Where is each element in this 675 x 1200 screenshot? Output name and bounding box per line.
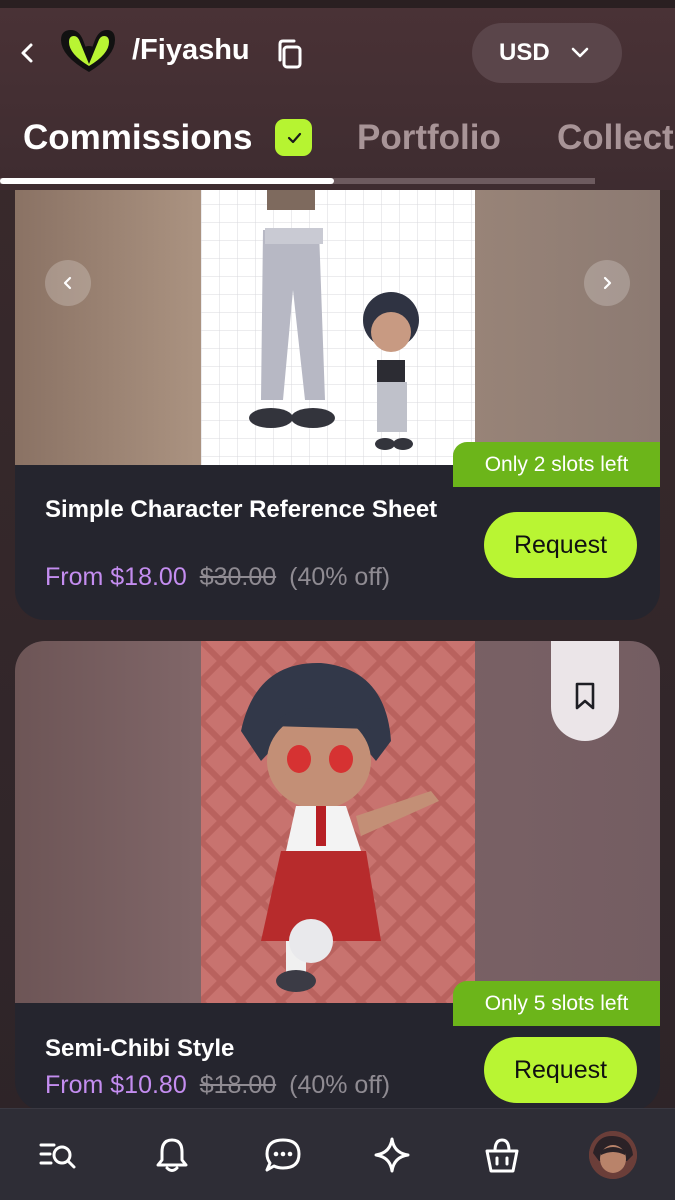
commission-card[interactable]: Only 5 slots left Semi-Chibi Style From …: [15, 641, 660, 1111]
bookmark-icon: [575, 682, 595, 710]
store-header: /Fiyashu USD Commissions Portfolio Colle…: [0, 0, 675, 190]
semi-chibi-art: [201, 641, 475, 1003]
store-tabs: Commissions Portfolio Collect: [0, 112, 675, 182]
avatar[interactable]: [589, 1131, 637, 1179]
card-image[interactable]: Only 5 slots left: [15, 641, 660, 1026]
nav-messages[interactable]: [261, 1133, 305, 1177]
commission-title: Simple Character Reference Sheet: [45, 496, 438, 523]
previous-image-button[interactable]: [45, 260, 91, 306]
copy-icon: [278, 39, 302, 69]
verified-badge: [275, 119, 312, 156]
sparkle-icon: [374, 1137, 410, 1173]
slots-left-badge: Only 5 slots left: [453, 981, 660, 1026]
request-button[interactable]: Request: [484, 1037, 637, 1103]
bell-icon: [156, 1138, 188, 1172]
bottom-navigation: [0, 1108, 675, 1200]
chevron-right-icon: [603, 276, 612, 290]
screen: Only 2 slots left Simple Character Refer…: [0, 0, 675, 1200]
commission-card[interactable]: Only 2 slots left Simple Character Refer…: [15, 150, 660, 620]
current-price: From $18.00: [45, 563, 187, 591]
bookmark-button[interactable]: [551, 641, 619, 741]
nav-notifications[interactable]: [150, 1133, 194, 1177]
brand-logo: [61, 30, 115, 72]
nav-discover[interactable]: [370, 1133, 414, 1177]
card-image-carousel[interactable]: Only 2 slots left: [15, 150, 660, 487]
copy-link-button[interactable]: [275, 38, 305, 70]
tab-portfolio[interactable]: Portfolio: [357, 118, 501, 158]
price-row: From $10.80 $18.00 (40% off): [45, 1071, 390, 1100]
store-handle: /Fiyashu: [132, 34, 250, 66]
chat-icon: [265, 1138, 301, 1172]
status-bar: [0, 0, 675, 8]
shopping-bag-icon: [485, 1138, 519, 1173]
browse-search-icon: [39, 1143, 76, 1169]
checkmark-icon: [287, 132, 301, 143]
price-row: From $18.00 $30.00 (40% off): [45, 563, 390, 592]
current-price: From $10.80: [45, 1071, 187, 1099]
chevron-left-icon: [63, 276, 72, 290]
tab-collections[interactable]: Collect: [557, 118, 674, 158]
currency-selector[interactable]: USD: [472, 23, 622, 83]
character-reference-art: [201, 150, 475, 465]
request-button[interactable]: Request: [484, 512, 637, 578]
next-image-button[interactable]: [584, 260, 630, 306]
chevron-down-icon: [571, 47, 588, 58]
discount-label: (40% off): [289, 563, 391, 591]
original-price: $18.00: [199, 1071, 277, 1099]
discount-label: (40% off): [289, 1071, 391, 1099]
back-arrow-icon: [21, 43, 33, 63]
back-button[interactable]: [12, 36, 42, 70]
nav-shop[interactable]: [480, 1133, 524, 1177]
active-tab-indicator: [0, 178, 334, 184]
commission-title: Semi-Chibi Style: [45, 1035, 235, 1062]
profile-picture: [589, 1131, 637, 1179]
currency-value: USD: [499, 39, 550, 66]
original-price: $30.00: [199, 563, 277, 591]
slots-left-badge: Only 2 slots left: [453, 442, 660, 487]
nav-browse[interactable]: [36, 1133, 80, 1177]
tab-commissions[interactable]: Commissions: [23, 118, 253, 158]
